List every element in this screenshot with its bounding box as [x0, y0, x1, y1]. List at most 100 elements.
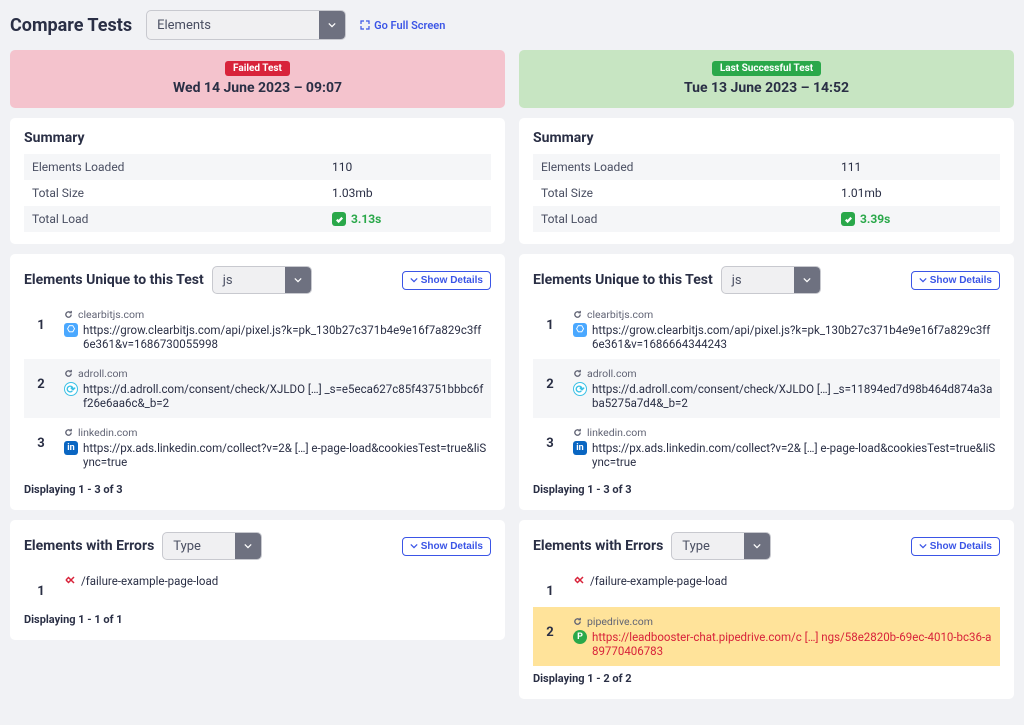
favicon-adroll: ⟳ [64, 382, 78, 396]
favicon-clearbit: ⎔ [64, 323, 78, 337]
test-date: Wed 14 June 2023 – 09:07 [173, 80, 342, 96]
errors-filter-select[interactable]: Type [162, 532, 262, 560]
unique-panel: Elements Unique to this Test js Show Det… [519, 254, 1014, 510]
row-number: 3 [537, 426, 563, 451]
row-number: 1 [537, 308, 563, 333]
errors-filter-label: Type [672, 539, 744, 554]
unique-filter-select[interactable]: js [721, 266, 821, 294]
summary-value: 1.01mb [841, 186, 882, 200]
chevron-down-icon [285, 267, 311, 293]
row-number: 1 [28, 574, 54, 599]
show-details-button[interactable]: Show Details [911, 537, 1000, 556]
errors-heading: Elements with Errors [533, 538, 663, 554]
scope-select-label: Elements [147, 18, 319, 33]
unique-heading: Elements Unique to this Test [24, 272, 204, 288]
unique-range: Displaying 1 - 3 of 3 [24, 477, 491, 498]
unique-heading: Elements Unique to this Test [533, 272, 713, 288]
summary-value: 111 [841, 160, 861, 174]
page-title: Compare Tests [10, 15, 132, 36]
unique-filter-label: js [722, 273, 794, 288]
show-details-button[interactable]: Show Details [402, 537, 491, 556]
element-url[interactable]: inhttps://px.ads.linkedin.com/collect?v=… [573, 441, 996, 469]
domain-label: pipedrive.com [573, 615, 996, 628]
error-icon [573, 574, 585, 586]
row-number: 2 [537, 367, 563, 392]
compare-column-left: Failed Test Wed 14 June 2023 – 09:07 Sum… [10, 50, 505, 709]
favicon-linkedin: in [64, 441, 78, 455]
errors-range: Displaying 1 - 1 of 1 [24, 607, 491, 628]
row-number: 2 [537, 615, 563, 640]
favicon-adroll: ⟳ [573, 382, 587, 396]
test-banner: Failed Test Wed 14 June 2023 – 09:07 [10, 50, 505, 108]
element-url[interactable]: ⟳https://d.adroll.com/consent/check/XJLD… [64, 382, 487, 410]
show-details-button[interactable]: Show Details [911, 271, 1000, 290]
summary-label: Total Load [32, 212, 332, 226]
unique-element-row: 1 clearbitjs.com ⎔https://grow.clearbitj… [24, 300, 491, 359]
unique-filter-select[interactable]: js [212, 266, 312, 294]
test-status-pill: Last Successful Test [712, 61, 821, 76]
unique-element-row: 2 adroll.com ⟳https://d.adroll.com/conse… [24, 359, 491, 418]
row-number: 2 [28, 367, 54, 392]
chevron-down-icon [319, 11, 345, 39]
summary-panel: Summary Elements Loaded111 Total Size1.0… [519, 118, 1014, 244]
error-icon [64, 574, 76, 586]
summary-label: Total Load [541, 212, 841, 226]
scope-select[interactable]: Elements [146, 10, 346, 40]
chevron-down-icon [744, 533, 770, 559]
row-number: 1 [28, 308, 54, 333]
domain-label: adroll.com [573, 367, 996, 380]
element-url[interactable]: /failure-example-page-load [573, 574, 996, 588]
domain-label: clearbitjs.com [573, 308, 996, 321]
test-banner: Last Successful Test Tue 13 June 2023 – … [519, 50, 1014, 108]
expand-icon [360, 20, 370, 30]
errors-filter-select[interactable]: Type [671, 532, 771, 560]
element-url[interactable]: /failure-example-page-load [64, 574, 487, 588]
domain-label: linkedin.com [64, 426, 487, 439]
row-number: 3 [28, 426, 54, 451]
row-number: 1 [537, 574, 563, 599]
summary-value: 110 [332, 160, 352, 174]
chevron-down-icon [235, 533, 261, 559]
summary-value: 1.03mb [332, 186, 373, 200]
element-url[interactable]: inhttps://px.ads.linkedin.com/collect?v=… [64, 441, 487, 469]
unique-element-row: 3 linkedin.com inhttps://px.ads.linkedin… [533, 418, 1000, 477]
element-url[interactable]: Phttps://leadbooster-chat.pipedrive.com/… [573, 630, 996, 658]
summary-label: Elements Loaded [32, 160, 332, 174]
errors-panel: Elements with Errors Type Show Details 1… [519, 520, 1014, 699]
check-icon [332, 212, 346, 226]
element-url[interactable]: ⟳https://d.adroll.com/consent/check/XJLD… [573, 382, 996, 410]
go-fullscreen-link[interactable]: Go Full Screen [360, 19, 445, 32]
summary-value-load: 3.39s [841, 212, 890, 226]
unique-element-row: 3 linkedin.com inhttps://px.ads.linkedin… [24, 418, 491, 477]
domain-label: linkedin.com [573, 426, 996, 439]
errors-filter-label: Type [163, 539, 235, 554]
unique-element-row: 1 clearbitjs.com ⎔https://grow.clearbitj… [533, 300, 1000, 359]
favicon-pipedrive: P [573, 630, 587, 644]
errors-range: Displaying 1 - 2 of 2 [533, 666, 1000, 687]
favicon-linkedin: in [573, 441, 587, 455]
chevron-down-icon [794, 267, 820, 293]
errors-panel: Elements with Errors Type Show Details 1… [10, 520, 505, 640]
compare-column-right: Last Successful Test Tue 13 June 2023 – … [519, 50, 1014, 709]
errors-heading: Elements with Errors [24, 538, 154, 554]
summary-panel: Summary Elements Loaded110 Total Size1.0… [10, 118, 505, 244]
unique-range: Displaying 1 - 3 of 3 [533, 477, 1000, 498]
summary-value-load: 3.13s [332, 212, 381, 226]
summary-heading: Summary [533, 130, 1000, 146]
domain-label: adroll.com [64, 367, 487, 380]
show-details-button[interactable]: Show Details [402, 271, 491, 290]
domain-label: clearbitjs.com [64, 308, 487, 321]
error-element-row: 1 /failure-example-page-load [533, 566, 1000, 607]
element-url[interactable]: ⎔https://grow.clearbitjs.com/api/pixel.j… [573, 323, 996, 351]
unique-filter-label: js [213, 273, 285, 288]
test-status-pill: Failed Test [225, 61, 290, 76]
unique-panel: Elements Unique to this Test js Show Det… [10, 254, 505, 510]
summary-label: Total Size [541, 186, 841, 200]
favicon-clearbit: ⎔ [573, 323, 587, 337]
unique-element-row: 2 adroll.com ⟳https://d.adroll.com/conse… [533, 359, 1000, 418]
element-url[interactable]: ⎔https://grow.clearbitjs.com/api/pixel.j… [64, 323, 487, 351]
check-icon [841, 212, 855, 226]
summary-label: Total Size [32, 186, 332, 200]
summary-heading: Summary [24, 130, 491, 146]
test-date: Tue 13 June 2023 – 14:52 [684, 80, 849, 96]
